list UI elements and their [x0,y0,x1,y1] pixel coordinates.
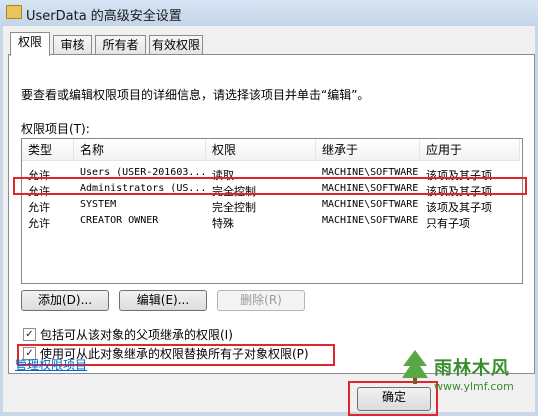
title-bar: UserData 的高级安全设置 [0,0,538,26]
row-inherited-from: MACHINE\SOFTWARE [322,215,419,226]
row-applies-to: 该项及其子项 [426,201,492,214]
column-header-applies-to[interactable]: 应用于 [420,139,520,161]
window-title: UserData 的高级安全设置 [26,9,182,24]
remove-button[interactable]: 删除(R) [217,290,305,311]
tab-panel: 要查看或编辑权限项目的详细信息，请选择该项目并单击“编辑”。 权限项目(T): … [8,54,535,374]
description-text: 要查看或编辑权限项目的详细信息，请选择该项目并单击“编辑”。 [21,88,370,102]
watermark: 雨林木风 www.ylmf.com [398,346,538,412]
tree-logo-icon [402,350,428,384]
row-name: CREATOR OWNER [80,215,159,226]
permission-row[interactable]: 允许 CREATOR OWNER 特殊 MACHINE\SOFTWARE 只有子… [22,215,520,230]
watermark-name: 雨林木风 [434,358,510,379]
permission-row[interactable]: 允许 SYSTEM 完全控制 MACHINE\SOFTWARE 该项及其子项 [22,199,520,214]
row-inherited-from: MACHINE\SOFTWARE [322,199,419,210]
folder-icon [6,5,22,19]
tab-owner[interactable]: 所有者 [95,35,146,55]
edit-button[interactable]: 编辑(E)... [119,290,207,311]
row-applies-to: 只有子项 [426,217,470,230]
manage-permissions-link[interactable]: 管理权限项目 [15,356,87,373]
inherit-checkbox-label: 包括可从该对象的父项继承的权限(I) [40,328,233,342]
column-header-type[interactable]: 类型 [22,139,74,161]
row-name: SYSTEM [80,199,117,210]
inherit-checkbox[interactable]: ✓ [23,328,36,341]
permissions-list[interactable]: 类型 名称 权限 继承于 应用于 允许 Users (USER-201603..… [21,138,523,284]
column-header-inherited-from[interactable]: 继承于 [316,139,420,161]
tab-auditing[interactable]: 审核 [53,35,92,55]
tab-effective-permissions[interactable]: 有效权限 [149,35,203,55]
row-type: 允许 [28,217,50,230]
permissions-list-label: 权限项目(T): [21,122,90,136]
row-permission: 完全控制 [212,201,256,214]
add-button[interactable]: 添加(D)... [21,290,109,311]
row-type: 允许 [28,201,50,214]
highlight-box-admin-row [13,177,527,195]
row-permission: 特殊 [212,217,234,230]
watermark-url: www.ylmf.com [434,380,514,393]
tab-permissions[interactable]: 权限 [10,32,50,56]
column-header-permission[interactable]: 权限 [206,139,316,161]
column-header-name[interactable]: 名称 [74,139,206,161]
